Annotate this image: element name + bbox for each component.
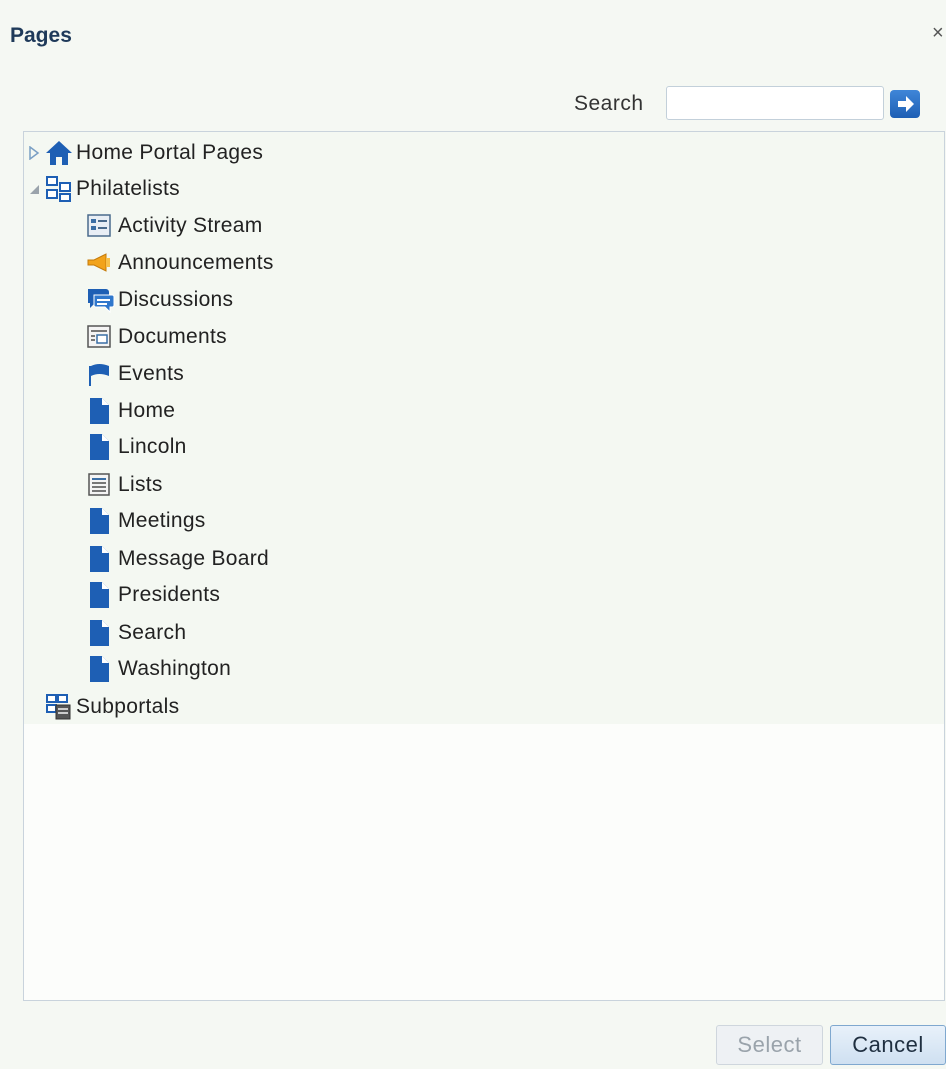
list-icon <box>86 471 116 499</box>
portal-icon <box>44 175 74 203</box>
page-icon <box>86 619 116 647</box>
tree-node-lists[interactable]: Lists <box>86 470 163 500</box>
tree-node-label: Documents <box>118 325 227 348</box>
tree-node-documents[interactable]: Documents <box>86 322 227 352</box>
tree-node-label: Lincoln <box>118 435 187 458</box>
tree-node-label: Washington <box>118 657 232 680</box>
page-icon <box>86 545 116 573</box>
flag-icon <box>86 360 116 388</box>
tree-node-search[interactable]: Search <box>86 618 186 648</box>
tree-node-presidents[interactable]: Presidents <box>86 580 220 610</box>
tree-node-washington[interactable]: Washington <box>86 654 231 684</box>
tree-node-label: Activity Stream <box>118 214 263 237</box>
tree-node-events[interactable]: Events <box>86 359 184 389</box>
dialog-title: Pages <box>10 24 72 47</box>
tree-node-label: Events <box>118 362 184 385</box>
page-icon <box>86 655 116 683</box>
expand-triangle-icon[interactable] <box>24 146 44 160</box>
page-tree: Home Portal Pages Philatelists Activity … <box>23 131 945 1001</box>
search-go-button[interactable] <box>890 90 920 118</box>
tree-node-meetings[interactable]: Meetings <box>86 506 206 536</box>
activity-stream-icon <box>86 212 116 240</box>
subportals-icon <box>44 693 74 721</box>
tree-node-discussions[interactable]: Discussions <box>86 285 233 315</box>
cancel-button[interactable]: Cancel <box>830 1025 946 1065</box>
tree-node-label: Discussions <box>118 288 234 311</box>
tree-node-label: Subportals <box>76 695 180 718</box>
home-icon <box>44 139 74 167</box>
tree-node-subportals[interactable]: Subportals <box>44 692 179 722</box>
select-button[interactable]: Select <box>716 1025 823 1065</box>
tree-node-label: Search <box>118 621 187 644</box>
tree-node-announcements[interactable]: Announcements <box>86 248 274 278</box>
tree-node-home-portal-pages[interactable]: Home Portal Pages <box>24 138 263 168</box>
arrow-right-icon <box>898 96 914 112</box>
tree-node-lincoln[interactable]: Lincoln <box>86 432 187 462</box>
tree-node-label: Presidents <box>118 583 221 606</box>
tree-node-label: Home Portal Pages <box>76 141 264 164</box>
tree-node-label: Message Board <box>118 547 269 570</box>
page-icon <box>86 581 116 609</box>
tree-node-label: Lists <box>118 473 163 496</box>
megaphone-icon <box>86 249 116 277</box>
search-label: Search <box>574 92 644 115</box>
page-icon <box>86 507 116 535</box>
tree-node-label: Announcements <box>118 251 274 274</box>
page-icon <box>86 397 116 425</box>
page-icon <box>86 433 116 461</box>
documents-icon <box>86 323 116 351</box>
tree-node-home[interactable]: Home <box>86 396 175 426</box>
close-button[interactable]: × <box>932 22 946 45</box>
tree-node-label: Home <box>118 399 176 422</box>
tree-node-activity-stream[interactable]: Activity Stream <box>86 211 263 241</box>
tree-node-message-board[interactable]: Message Board <box>86 544 269 574</box>
tree-node-philatelists[interactable]: Philatelists <box>24 174 180 204</box>
tree-node-label: Philatelists <box>76 177 180 200</box>
discussions-icon <box>86 286 116 314</box>
collapse-triangle-icon[interactable] <box>24 183 44 195</box>
search-input[interactable] <box>666 86 884 120</box>
tree-node-label: Meetings <box>118 509 206 532</box>
